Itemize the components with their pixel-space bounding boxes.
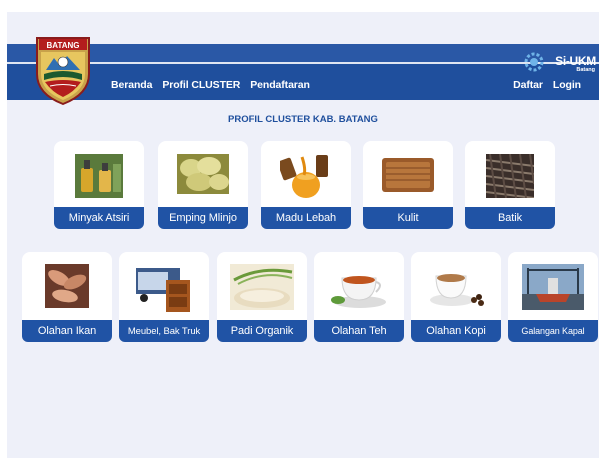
cluster-label: Padi Organik	[217, 320, 307, 342]
cluster-label: Kulit	[363, 207, 453, 229]
cluster-card-meubel-bak-truk[interactable]: Meubel, Bak Truk	[119, 252, 209, 342]
cluster-label: Minyak Atsiri	[54, 207, 144, 229]
rice-icon	[230, 264, 294, 310]
nav-pendaftaran[interactable]: Pendaftaran	[250, 79, 310, 95]
cluster-label: Emping Mlinjo	[158, 207, 248, 229]
cluster-card-olahan-teh[interactable]: Olahan Teh	[314, 252, 404, 342]
header-top-strip	[7, 12, 599, 44]
fish-icon	[45, 264, 89, 308]
cluster-card-madu-lebah[interactable]: Madu Lebah	[261, 141, 351, 229]
cluster-label: Olahan Kopi	[411, 320, 501, 342]
cluster-card-minyak-atsiri[interactable]: Minyak Atsiri	[54, 141, 144, 229]
account-nav: Daftar Login	[513, 79, 581, 95]
cluster-label: Madu Lebah	[261, 207, 351, 229]
tea-cup-icon	[331, 276, 386, 308]
cluster-label: Batik	[465, 207, 555, 229]
header-stripe	[7, 62, 599, 64]
cluster-card-kulit[interactable]: Kulit	[363, 141, 453, 229]
nav-beranda[interactable]: Beranda	[111, 79, 152, 95]
cluster-card-emping-mlinjo[interactable]: Emping Mlinjo	[158, 141, 248, 229]
honey-jar-icon	[280, 155, 328, 198]
cluster-label: Olahan Ikan	[22, 320, 112, 342]
batang-logo[interactable]: BATANG	[34, 34, 92, 106]
brand-title[interactable]: Si-UKM	[555, 54, 596, 68]
coffee-cup-icon	[430, 274, 484, 306]
shipyard-icon	[522, 264, 584, 310]
cluster-card-batik[interactable]: Batik	[465, 141, 555, 229]
cluster-card-olahan-kopi[interactable]: Olahan Kopi	[411, 252, 501, 342]
cluster-label: Galangan Kapal	[508, 320, 598, 342]
cluster-label: Olahan Teh	[314, 320, 404, 342]
nav-daftar[interactable]: Daftar	[513, 79, 543, 95]
logo-text: BATANG	[46, 41, 79, 50]
essential-oil-bottles-icon	[75, 154, 123, 198]
main-nav: Beranda Profil CLUSTER Pendaftaran	[111, 79, 310, 95]
nav-login[interactable]: Login	[553, 79, 581, 95]
page-title: PROFIL CLUSTER KAB. BATANG	[228, 114, 378, 125]
brand-subtitle: Batang	[576, 67, 595, 73]
leather-wallet-icon	[382, 158, 434, 192]
cluster-label: Meubel, Bak Truk	[119, 320, 209, 342]
cluster-card-olahan-ikan[interactable]: Olahan Ikan	[22, 252, 112, 342]
batik-cloth-icon	[486, 154, 534, 198]
truck-furniture-icon	[136, 268, 190, 312]
emping-chips-icon	[177, 154, 229, 194]
cluster-card-padi-organik[interactable]: Padi Organik	[217, 252, 307, 342]
cluster-card-galangan-kapal[interactable]: Galangan Kapal	[508, 252, 598, 342]
nav-profil-cluster[interactable]: Profil CLUSTER	[162, 79, 240, 95]
